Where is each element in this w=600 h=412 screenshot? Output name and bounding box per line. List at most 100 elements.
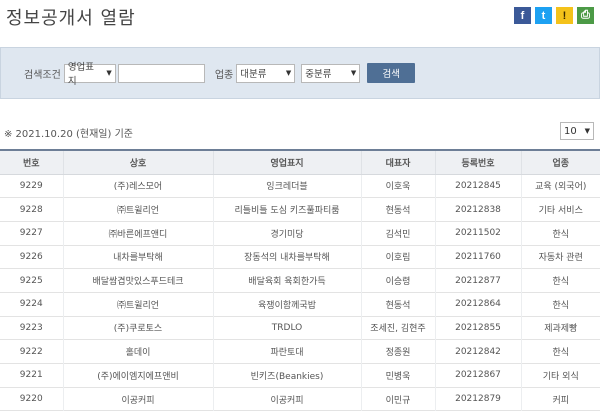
table-cell: 한식: [520, 339, 600, 364]
table-cell[interactable]: 배달육회 육회한가득: [212, 268, 361, 293]
table-cell: 20212845: [434, 174, 521, 198]
table-row[interactable]: 9228 ㈜트윌리언 리틀비틀 도심 키즈풀파티룸 현동석 20212838 기타 서비스: [0, 197, 600, 222]
print-icon[interactable]: ⎙: [577, 7, 594, 24]
table-row[interactable]: 9226 내차를부탁해 장동석의 내차를부탁해 이호림 20211760 자동차 관련: [0, 245, 600, 269]
table-row[interactable]: 9220 이공커피 이공커피 이민규 20212879 커피: [0, 387, 600, 411]
search-button[interactable]: 검색: [367, 63, 416, 83]
table-cell: 기타 서비스: [520, 197, 600, 222]
table-row[interactable]: 9221 (주)에이엠지에프앤비 빈키즈(Beankies) 민병욱 20212867 기…: [0, 363, 600, 388]
table-cell: 조세진, 김현주: [360, 316, 435, 340]
table-cell: 20212838: [434, 197, 521, 222]
table-cell: 제과제빵: [520, 316, 600, 340]
table-cell: 20211760: [434, 245, 521, 269]
minor-category-value: 중분류: [305, 69, 332, 80]
column-header[interactable]: 업종: [520, 150, 600, 175]
page-title: 정보공개서 열람: [6, 8, 136, 29]
table-row[interactable]: 9222 홀데이 파란토대 정종원 20212842 한식: [0, 339, 600, 364]
table-cell[interactable]: 장동석의 내차를부탁해: [212, 245, 361, 269]
table-cell: 이승령: [360, 268, 435, 293]
table-row[interactable]: 9225 배달쌈겹맛있스푸드테크 배달육회 육회한가득 이승령 20212877 한식: [0, 268, 600, 293]
table-cell: 한식: [520, 292, 600, 317]
table-cell: 기타 외식: [520, 363, 600, 388]
table-cell[interactable]: 리틀비틀 도심 키즈풀파티룸: [212, 197, 361, 222]
table-cell: 20212879: [434, 387, 521, 411]
table-cell: 현동석: [360, 197, 435, 222]
table-row[interactable]: 9224 ㈜트윌리언 육쟁이함께국밥 현동석 20212864 한식: [0, 292, 600, 317]
table-cell: 20212877: [434, 268, 521, 293]
table-cell[interactable]: 빈키즈(Beankies): [212, 363, 361, 388]
table-cell: 9229: [19, 180, 43, 191]
table-cell[interactable]: ㈜바른에프앤디: [62, 221, 213, 246]
table-cell: 9220: [19, 394, 43, 405]
twitter-icon[interactable]: t: [535, 7, 552, 24]
table-row[interactable]: 9229 (주)레스모어 잉크레더블 이호욱 20212845 교육 (외국어): [0, 174, 600, 198]
table-cell[interactable]: 내차를부탁해: [62, 245, 213, 269]
facebook-icon[interactable]: f: [514, 7, 531, 24]
table-cell[interactable]: 경기미당: [212, 221, 361, 246]
table-cell: 9224: [19, 299, 43, 310]
table-cell: 이호림: [360, 245, 435, 269]
table-cell[interactable]: 육쟁이함께국밥: [212, 292, 361, 317]
table-cell: 20212842: [434, 339, 521, 364]
table-cell: 교육 (외국어): [520, 174, 600, 198]
table-cell: 9226: [19, 251, 43, 262]
chevron-down-icon: ▼: [350, 69, 357, 77]
table-cell: 20212867: [434, 363, 521, 388]
table-cell: 9227: [19, 228, 43, 239]
table-cell[interactable]: 이공커피: [62, 387, 213, 411]
table-cell: 9223: [19, 322, 43, 333]
chevron-down-icon: ▼: [106, 69, 112, 77]
kakaostory-icon[interactable]: !: [556, 7, 573, 24]
column-header[interactable]: 등록번호: [434, 150, 521, 175]
table-cell: 민병욱: [360, 363, 435, 388]
table-cell: 정종원: [360, 339, 435, 364]
column-header[interactable]: 대표자: [360, 150, 435, 175]
table-cell: 이호욱: [360, 174, 435, 198]
condition-select[interactable]: 영업표지 ▼: [63, 62, 116, 87]
search-panel: 검색조건 영업표지 ▼ 업종 대분류 ▼ 중분류 ▼ 검색: [0, 47, 600, 99]
table-cell[interactable]: 파란토대: [212, 339, 361, 364]
table-cell: 9225: [19, 275, 43, 286]
share-buttons: f t ! ⎙: [514, 7, 594, 24]
table-cell: 한식: [520, 268, 600, 293]
minor-category-select[interactable]: 중분류 ▼: [301, 63, 361, 83]
table-cell[interactable]: 홀데이: [62, 339, 213, 364]
table-cell: 9228: [19, 204, 43, 215]
table-cell[interactable]: TRDLO: [212, 316, 361, 340]
table-cell[interactable]: 잉크레더블: [212, 174, 361, 198]
disclosure-table: 번호 상호 영업표지 대표자 등록번호 업종 9229 (주)레스모어 잉크레더블 이…: [0, 149, 600, 411]
industry-label: 업종: [214, 69, 234, 81]
condition-value: 영업표지: [67, 62, 95, 87]
table-cell: 김석민: [360, 221, 435, 246]
table-cell[interactable]: ㈜트윌리언: [62, 197, 213, 222]
chevron-down-icon: ▼: [285, 69, 292, 77]
table-cell[interactable]: 배달쌈겹맛있스푸드테크: [62, 268, 213, 293]
table-cell[interactable]: 이공커피: [212, 387, 361, 411]
table-cell[interactable]: ㈜트윌리언: [62, 292, 213, 317]
table-row[interactable]: 9227 ㈜바른에프앤디 경기미당 김석민 20211502 한식: [0, 221, 600, 246]
table-cell: 이민규: [360, 387, 435, 411]
table-cell: 20212855: [434, 316, 521, 340]
keyword-input[interactable]: [117, 63, 205, 83]
table-cell: 9221: [19, 370, 43, 381]
table-cell[interactable]: (주)쿠로토스: [62, 316, 213, 340]
table-cell: 한식: [520, 221, 600, 246]
table-row[interactable]: 9223 (주)쿠로토스 TRDLO 조세진, 김현주 20212855 제과제빵: [0, 316, 600, 340]
table-cell: 현동석: [360, 292, 435, 317]
column-header[interactable]: 번호: [0, 150, 63, 175]
table-cell: 자동차 관련: [520, 245, 600, 269]
table-cell: 20212864: [434, 292, 521, 317]
major-category-select[interactable]: 대분류 ▼: [236, 63, 296, 83]
date-note: ※ 2021.10.20 (현재일) 기준: [4, 129, 133, 140]
table-cell: 20211502: [434, 221, 521, 246]
table-header-row: 번호 상호 영업표지 대표자 등록번호 업종: [0, 150, 600, 175]
page-size-value: 10: [564, 125, 577, 137]
chevron-down-icon: ▼: [584, 127, 590, 135]
table-cell[interactable]: (주)레스모어: [62, 174, 213, 198]
column-header[interactable]: 상호: [62, 150, 213, 175]
table-cell: 9222: [19, 346, 43, 357]
column-header[interactable]: 영업표지: [212, 150, 361, 175]
table-cell[interactable]: (주)에이엠지에프앤비: [62, 363, 213, 388]
major-category-value: 대분류: [240, 69, 267, 80]
page-size-select[interactable]: 10 ▼: [560, 122, 594, 140]
